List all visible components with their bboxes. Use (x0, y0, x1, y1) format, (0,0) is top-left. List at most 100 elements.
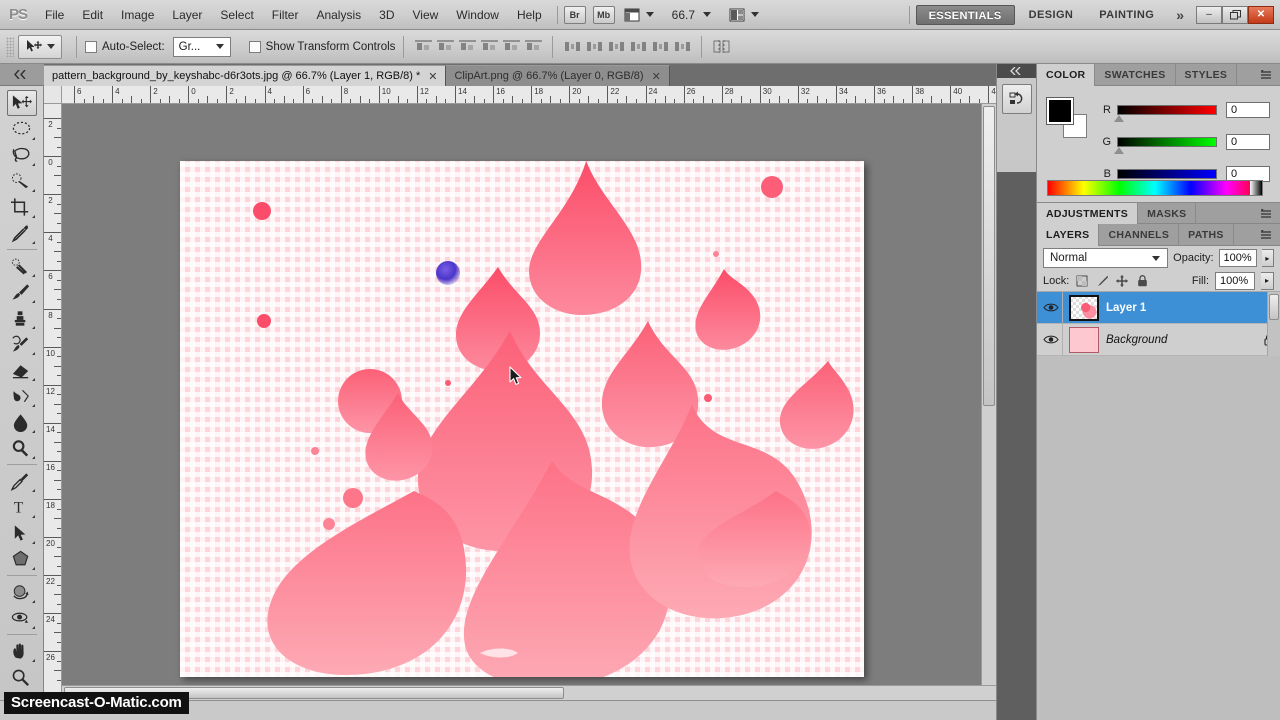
tool-flyout-indicator-icon[interactable] (31, 404, 35, 407)
tool-flyout-indicator-icon[interactable] (31, 326, 35, 329)
layers-panel-menu-icon[interactable] (1259, 228, 1275, 242)
launch-mini-bridge-button[interactable]: Mb (592, 5, 615, 24)
adjustments-panel-menu-icon[interactable] (1259, 207, 1275, 221)
horizontal-type-tool[interactable]: T (7, 494, 37, 520)
polygon-shape-tool[interactable] (7, 546, 37, 572)
distribute-horizontal-centers-icon[interactable] (650, 37, 670, 57)
tool-flyout-indicator-icon[interactable] (31, 352, 35, 355)
menu-filter[interactable]: Filter (263, 0, 308, 30)
gradient-tool[interactable] (7, 383, 37, 409)
vertical-ruler[interactable]: 2 0 2 4 6 8 10 12 14 16 18 20 22 24 26 (44, 104, 62, 700)
tab-masks[interactable]: MASKS (1138, 203, 1197, 225)
tool-flyout-indicator-icon[interactable] (31, 567, 35, 570)
eyedropper-tool[interactable] (7, 220, 37, 246)
close-icon[interactable]: ✕ (428, 70, 437, 83)
workspace-painting[interactable]: PAINTING (1087, 5, 1166, 25)
menu-help[interactable]: Help (508, 0, 551, 30)
auto-select-dropdown[interactable]: Gr... (172, 36, 231, 57)
crop-tool[interactable] (7, 194, 37, 220)
tool-flyout-indicator-icon[interactable] (31, 659, 35, 662)
color-panel-foreground-swatch[interactable] (1046, 97, 1074, 125)
eye-visibility-icon[interactable] (1039, 291, 1063, 324)
hand-tool[interactable] (7, 638, 37, 664)
eraser-tool[interactable] (7, 357, 37, 383)
tool-flyout-indicator-icon[interactable] (31, 137, 35, 140)
layer-row[interactable]: Background (1037, 323, 1280, 356)
distribute-right-edges-icon[interactable] (672, 37, 692, 57)
spot-healing-brush-tool[interactable] (7, 253, 37, 279)
menu-3d[interactable]: 3D (370, 0, 403, 30)
tool-flyout-indicator-icon[interactable] (31, 430, 35, 433)
tool-flyout-indicator-icon[interactable] (31, 163, 35, 166)
canvas-area[interactable] (62, 104, 996, 700)
canvas-horizontal-scrollbar[interactable] (62, 685, 996, 700)
dock-collapse-toggle[interactable] (997, 64, 1037, 78)
history-brush-tool[interactable] (7, 331, 37, 357)
close-icon[interactable]: ✕ (652, 70, 661, 83)
distribute-vertical-centers-icon[interactable] (584, 37, 604, 57)
align-top-edges-icon[interactable] (413, 37, 433, 57)
screen-mode-icon[interactable] (622, 6, 642, 24)
auto-select-checkbox[interactable] (85, 40, 97, 53)
show-transform-controls-checkbox[interactable] (248, 40, 261, 53)
layers-scrollbar-thumb[interactable] (1269, 294, 1279, 320)
menu-file[interactable]: File (36, 0, 73, 30)
tab-swatches[interactable]: SWATCHES (1095, 64, 1176, 86)
layer-row[interactable]: Layer 1 (1037, 291, 1280, 324)
artboard[interactable] (180, 161, 864, 677)
lock-transparent-pixels-icon[interactable] (1075, 274, 1089, 288)
tool-flyout-indicator-icon[interactable] (31, 300, 35, 303)
history-panel-icon[interactable] (1001, 84, 1032, 114)
opacity-value[interactable]: 100% (1218, 249, 1257, 267)
channel-slider-thumb[interactable] (1114, 115, 1124, 122)
fill-stepper-icon[interactable]: ▸ (1261, 271, 1274, 290)
tool-preset-chevron-down-icon[interactable] (46, 44, 55, 49)
distribute-left-edges-icon[interactable] (628, 37, 648, 57)
quick-selection-tool[interactable] (7, 168, 37, 194)
tool-flyout-indicator-icon[interactable] (31, 541, 35, 544)
document-tab[interactable]: pattern_background_by_keyshabc-d6r3ots.j… (44, 65, 447, 86)
lock-image-pixels-icon[interactable] (1095, 274, 1109, 288)
workspace-essentials[interactable]: ESSENTIALS (915, 4, 1015, 25)
document-tab[interactable]: ClipArt.png @ 66.7% (Layer 0, RGB/8) ✕ (446, 65, 670, 86)
tool-flyout-indicator-icon[interactable] (31, 189, 35, 192)
pen-tool[interactable] (7, 468, 37, 494)
ruler-origin-corner[interactable] (44, 86, 62, 104)
layers-scrollbar[interactable] (1267, 292, 1280, 356)
tool-flyout-indicator-icon[interactable] (31, 626, 35, 629)
channel-slider[interactable] (1114, 169, 1217, 186)
menu-select[interactable]: Select (211, 0, 262, 30)
menu-window[interactable]: Window (447, 0, 508, 30)
canvas-vertical-scrollbar[interactable] (981, 104, 996, 700)
channel-slider[interactable] (1114, 105, 1217, 122)
horizontal-ruler[interactable]: 6 4 2 0 2 4 6 8 10 12 14 16 18 20 22 24 26 28 30 32 34 36 38 40… (62, 86, 996, 104)
channel-slider[interactable] (1114, 137, 1217, 154)
eye-visibility-icon[interactable] (1039, 323, 1063, 356)
menu-layer[interactable]: Layer (163, 0, 211, 30)
align-bottom-edges-icon[interactable] (457, 37, 477, 57)
tool-flyout-indicator-icon[interactable] (31, 215, 35, 218)
arrange-documents-icon[interactable] (727, 6, 747, 24)
dodge-tool[interactable] (7, 435, 37, 461)
menu-view[interactable]: View (403, 0, 447, 30)
distribute-bottom-edges-icon[interactable] (606, 37, 626, 57)
blend-mode-dropdown[interactable]: Normal (1043, 248, 1169, 268)
menu-edit[interactable]: Edit (73, 0, 112, 30)
align-left-edges-icon[interactable] (479, 37, 499, 57)
tab-adjustments[interactable]: ADJUSTMENTS (1037, 203, 1139, 225)
align-vertical-centers-icon[interactable] (435, 37, 455, 57)
lock-all-icon[interactable] (1135, 274, 1149, 288)
arrange-chevron-down-icon[interactable] (751, 12, 760, 17)
close-button[interactable]: ✕ (1248, 5, 1274, 24)
align-horizontal-centers-icon[interactable] (501, 37, 521, 57)
tool-flyout-indicator-icon[interactable] (31, 378, 35, 381)
clone-stamp-tool[interactable] (7, 305, 37, 331)
channel-value[interactable]: 0 (1226, 134, 1270, 150)
minimize-button[interactable]: – (1196, 5, 1222, 24)
tool-preset-picker[interactable] (18, 34, 62, 59)
3d-orbit-camera-tool[interactable] (7, 605, 37, 631)
workspace-design[interactable]: DESIGN (1017, 5, 1086, 25)
tab-channels[interactable]: CHANNELS (1099, 224, 1180, 246)
lasso-tool[interactable] (7, 142, 37, 168)
lock-position-icon[interactable] (1115, 274, 1129, 288)
